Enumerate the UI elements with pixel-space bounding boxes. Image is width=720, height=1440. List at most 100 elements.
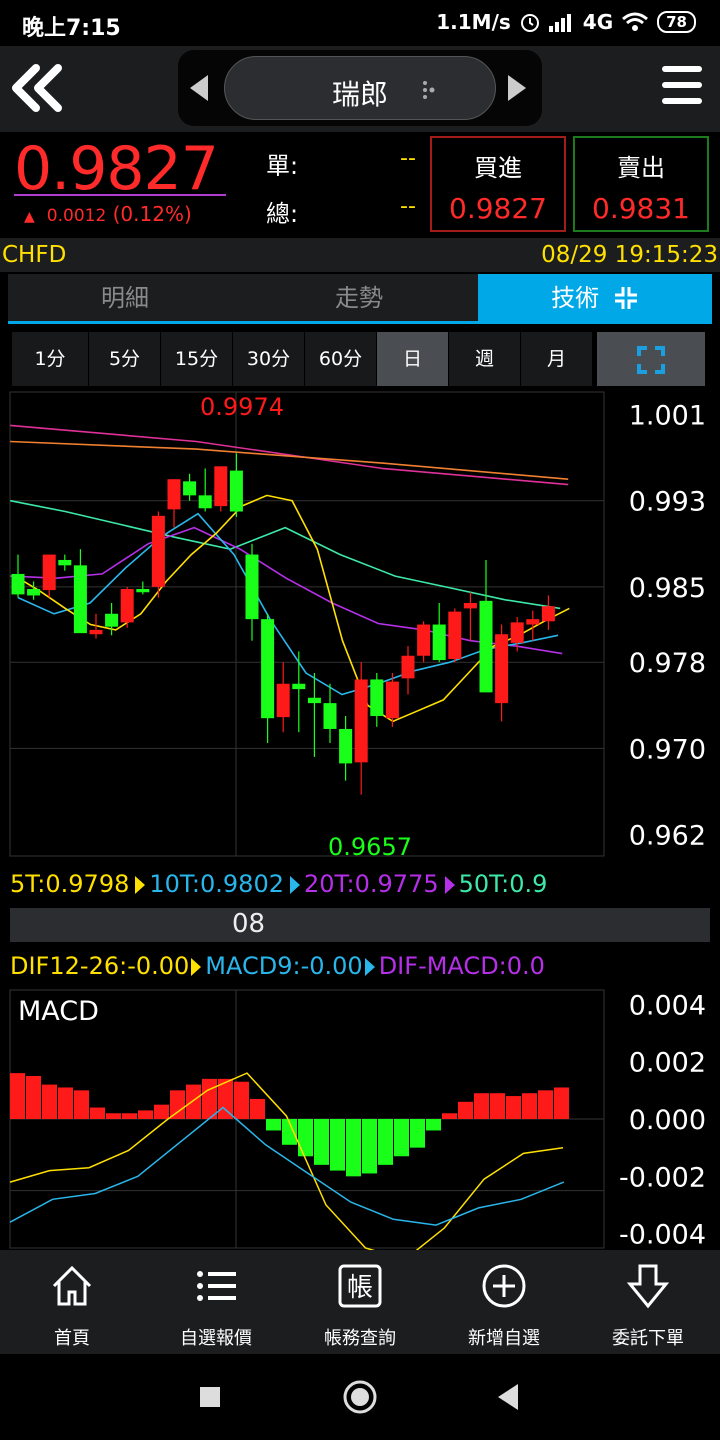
nav-home[interactable]: 首頁: [0, 1250, 144, 1354]
macd-histogram-bar: [202, 1078, 217, 1119]
svg-text:帳: 帳: [347, 1273, 373, 1303]
tab-trend[interactable]: 走勢: [242, 274, 476, 322]
candle-body: [261, 619, 275, 719]
macd-histogram-bar: [90, 1107, 105, 1119]
macd-legend-item-flag-icon: [364, 958, 375, 976]
macd-histogram-bar: [74, 1090, 89, 1119]
buy-price: 0.9827: [449, 192, 547, 225]
candle-body: [541, 606, 555, 622]
candle-body: [151, 515, 165, 587]
macd-axis-label: 0.002: [629, 1048, 706, 1079]
candle-body: [198, 495, 212, 509]
symbol-pill[interactable]: 瑞郎: [224, 56, 496, 120]
candle-body: [105, 613, 119, 627]
home-button-icon[interactable]: [342, 1379, 378, 1415]
system-nav: [0, 1354, 720, 1440]
candle-body: [183, 481, 197, 496]
next-symbol-icon[interactable]: [508, 75, 526, 101]
macd-histogram-bar: [362, 1119, 377, 1174]
candle-body: [229, 470, 243, 512]
up-arrow-icon: ▲: [24, 209, 35, 225]
period-1min[interactable]: 1分: [12, 332, 89, 386]
buy-button[interactable]: 買進 0.9827: [430, 136, 566, 232]
network-type: 4G: [582, 10, 614, 34]
prev-symbol-icon[interactable]: [190, 75, 208, 101]
macd-histogram-bar: [538, 1090, 553, 1119]
nav-home-label: 首頁: [54, 1328, 90, 1349]
nav-add-watch-label: 新增自選: [468, 1328, 540, 1349]
high-price-label: 0.9974: [200, 393, 284, 421]
candle-body: [495, 634, 509, 704]
candle-body: [526, 619, 540, 625]
macd-histogram-bar: [298, 1119, 313, 1157]
symbol-code: CHFD: [2, 242, 67, 268]
fullscreen-button[interactable]: [597, 332, 706, 386]
macd-legend-item-0: DIF12-26:-0.00: [10, 952, 190, 980]
period-30min[interactable]: 30分: [233, 332, 305, 386]
macd-histogram-bar: [138, 1110, 153, 1119]
list-icon: [197, 1271, 236, 1301]
period-60min[interactable]: 60分: [305, 332, 377, 386]
ma50-line: [10, 499, 561, 610]
ma-legend-item-flag-icon: [444, 876, 455, 894]
ma-legend-item-flag-icon: [135, 876, 146, 894]
macd-histogram-bar: [170, 1090, 185, 1119]
macd-histogram-bar: [522, 1093, 537, 1119]
order-icon: [626, 1264, 670, 1309]
nav-account[interactable]: 帳 帳務查詢: [288, 1250, 432, 1354]
status-right: 1.1M/s 4G 78: [436, 10, 696, 34]
period-week[interactable]: 週: [449, 332, 521, 386]
candle-body: [292, 683, 306, 690]
candle-body: [276, 683, 290, 718]
macd-chart: MACD 0.004 0.002 0.000 -0.002 -0.004: [9, 989, 706, 1250]
account-icon: 帳: [338, 1264, 382, 1308]
status-time: 晚上7:15: [22, 16, 121, 41]
period-month[interactable]: 月: [521, 332, 593, 386]
nav-order[interactable]: 委託下單: [576, 1250, 720, 1354]
period-15min[interactable]: 15分: [161, 332, 233, 386]
recents-icon[interactable]: [198, 1385, 222, 1409]
sell-label: 賣出: [617, 154, 665, 182]
ma20-line: [10, 526, 563, 655]
candle-body: [417, 624, 431, 656]
back-icon[interactable]: [10, 60, 70, 116]
tab-detail[interactable]: 明細: [8, 274, 242, 322]
candle-body: [307, 697, 321, 704]
tab-technical[interactable]: 技術: [478, 274, 712, 322]
macd-histogram-bar: [42, 1084, 57, 1119]
candle-body: [58, 559, 72, 566]
macd-histogram-bar: [506, 1096, 521, 1119]
macd-axis-label: -0.004: [619, 1220, 706, 1250]
menu-icon[interactable]: [662, 66, 702, 112]
nav-add-watch[interactable]: 新增自選: [432, 1250, 576, 1354]
macd-histogram-bar: [122, 1113, 137, 1119]
change-percent: (0.12%): [112, 202, 192, 226]
low-price-label: 0.9657: [328, 833, 412, 861]
candle-body: [339, 728, 353, 764]
nav-watchlist[interactable]: 自選報價: [144, 1250, 288, 1354]
back-nav-icon[interactable]: [494, 1382, 522, 1412]
period-day[interactable]: 日: [377, 332, 449, 386]
chart-area[interactable]: 1.001 0.993 0.985 0.978 0.970 0.962 0.9974 0.96…: [0, 390, 720, 1250]
ma-long-b-line: [10, 440, 569, 480]
price-underline: [14, 194, 226, 196]
macd-histogram-bar: [266, 1119, 281, 1131]
candle-body: [385, 681, 399, 719]
macd-histogram-bar: [442, 1113, 457, 1119]
macd-histogram-bar: [410, 1119, 425, 1148]
quote-panel: 0.9827 ▲ 0.0012 (0.12%) 單: -- 總: -- 買進 0.…: [0, 132, 720, 238]
candle-body: [245, 554, 259, 620]
candle-body: [214, 466, 228, 507]
macd-histogram-bar: [346, 1119, 361, 1177]
period-bar: 1分 5分 15分 30分 60分 日 週 月: [12, 332, 706, 386]
price-axis-label: 0.970: [629, 734, 706, 765]
ma-long-a-line: [10, 424, 569, 486]
macd-axis-label: 0.000: [629, 1105, 706, 1136]
candle-body: [167, 479, 181, 510]
macd-histogram-bar: [186, 1084, 201, 1119]
nav-order-label: 委託下單: [612, 1328, 684, 1349]
period-5min[interactable]: 5分: [89, 332, 161, 386]
date-marker: 08: [232, 909, 266, 939]
sell-button[interactable]: 賣出 0.9831: [573, 136, 709, 232]
add-icon: [482, 1264, 526, 1308]
